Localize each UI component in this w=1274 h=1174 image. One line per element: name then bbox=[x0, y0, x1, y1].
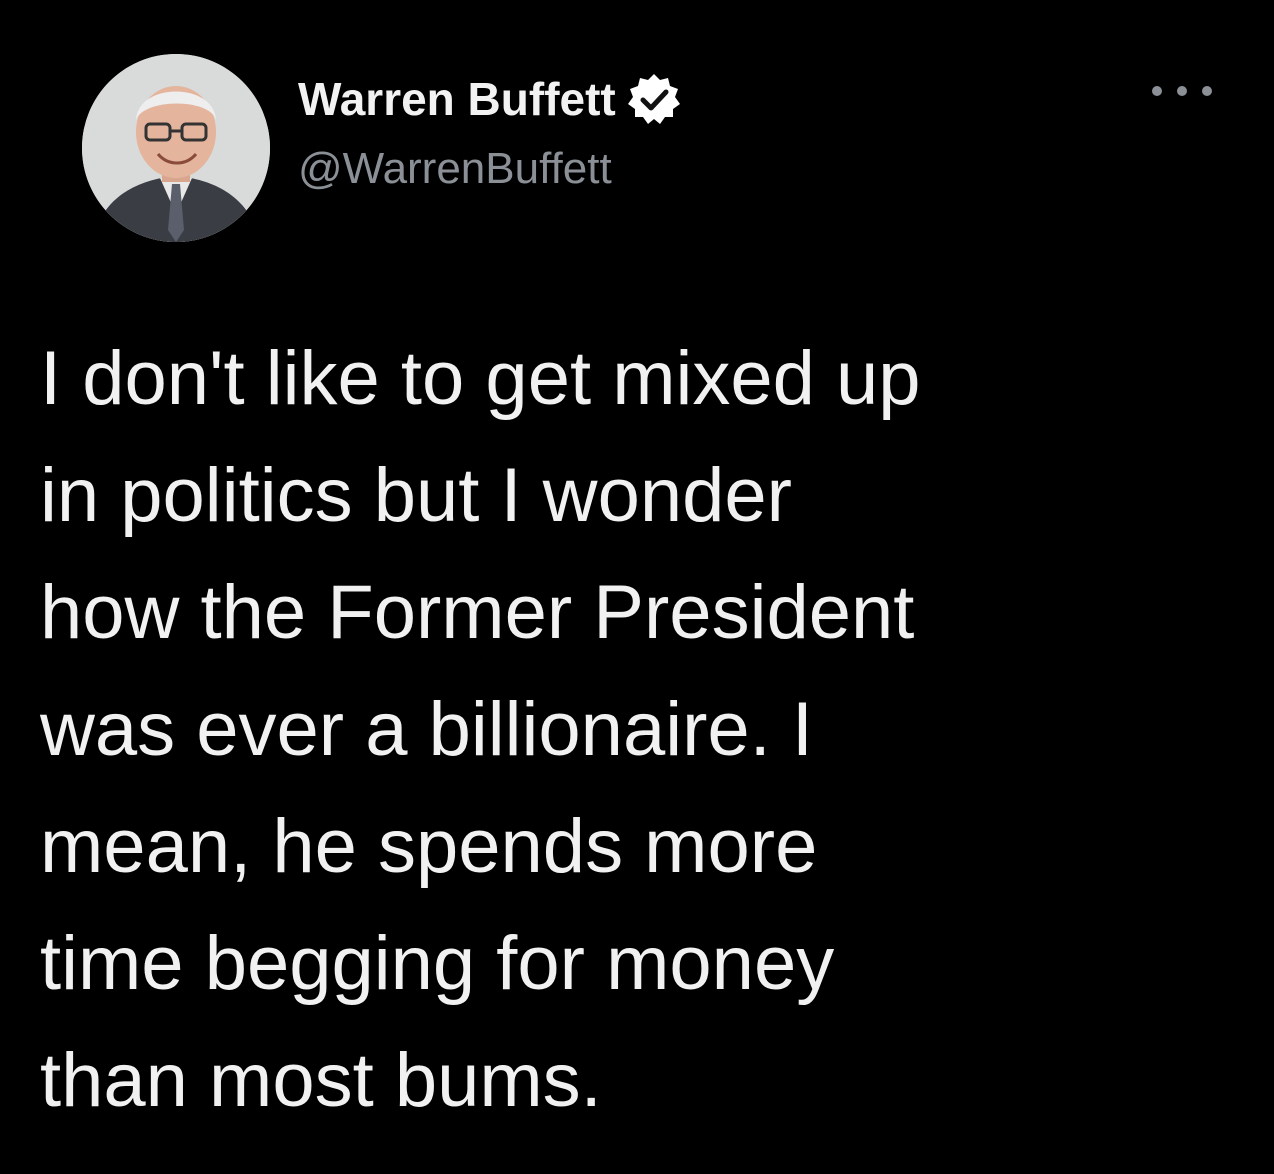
tweet-text-line: mean, he spends more bbox=[40, 804, 818, 889]
more-horizontal-icon bbox=[1177, 86, 1187, 96]
avatar-photo-icon bbox=[82, 54, 270, 242]
tweet-text-line: than most bums. bbox=[40, 1038, 602, 1123]
more-options-button[interactable] bbox=[1146, 74, 1218, 108]
tweet-text-line: in politics but I wonder bbox=[40, 453, 792, 538]
tweet-text-line: how the Former President bbox=[40, 570, 915, 655]
tweet-text-line: I don't like to get mixed up bbox=[40, 336, 921, 421]
tweet-card: Warren Buffett @WarrenBuffett I don't li… bbox=[0, 0, 1274, 1174]
tweet-header: Warren Buffett @WarrenBuffett bbox=[298, 66, 682, 194]
tweet-text-line: was ever a billionaire. I bbox=[40, 687, 814, 772]
tweet-text-line: time begging for money bbox=[40, 921, 835, 1006]
avatar[interactable] bbox=[82, 54, 270, 242]
more-horizontal-icon bbox=[1152, 86, 1162, 96]
more-horizontal-icon bbox=[1202, 86, 1212, 96]
tweet-text: I don't like to get mixed up in politics… bbox=[40, 320, 1240, 1139]
display-name[interactable]: Warren Buffett bbox=[298, 72, 616, 126]
name-row: Warren Buffett bbox=[298, 66, 682, 132]
verified-badge-icon bbox=[626, 71, 682, 127]
user-handle[interactable]: @WarrenBuffett bbox=[298, 144, 682, 194]
